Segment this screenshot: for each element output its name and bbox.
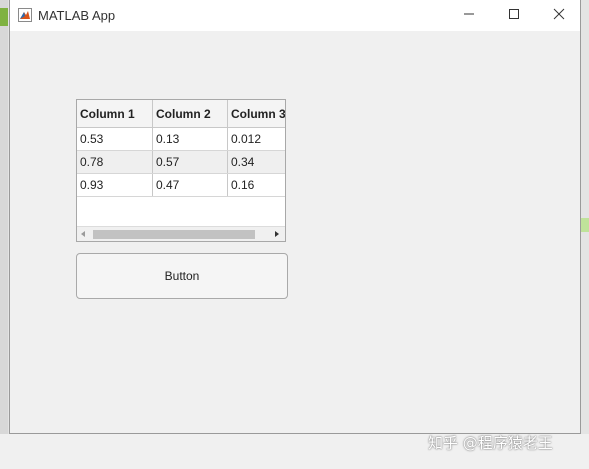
table-row[interactable]: 0.78 0.57 0.34	[77, 151, 285, 174]
title-bar[interactable]: MATLAB App	[10, 0, 580, 31]
background-ide-left	[0, 0, 8, 469]
table-cell[interactable]: 0.57	[153, 151, 228, 173]
minimize-button[interactable]	[446, 0, 491, 31]
table-cell[interactable]: 0.53	[77, 128, 153, 150]
table-row[interactable]: 0.93 0.47 0.16	[77, 174, 285, 197]
watermark-text: 知乎 @程序猿老王	[428, 434, 553, 452]
column-header[interactable]: Column 2	[153, 100, 228, 127]
maximize-icon	[508, 7, 520, 25]
table-cell[interactable]: 0.78	[77, 151, 153, 173]
scroll-left-icon[interactable]	[81, 231, 85, 237]
close-icon	[553, 7, 565, 25]
scroll-right-icon[interactable]	[275, 231, 279, 237]
horizontal-scrollbar[interactable]	[77, 226, 285, 241]
table-cell[interactable]: 0.93	[77, 174, 153, 196]
table-cell[interactable]: 0.012	[228, 128, 285, 150]
matlab-icon	[18, 8, 32, 22]
column-header[interactable]: Column 3	[228, 100, 285, 127]
table-cell[interactable]: 0.47	[153, 174, 228, 196]
window-title: MATLAB App	[38, 8, 116, 23]
table-cell[interactable]: 0.16	[228, 174, 285, 196]
close-button[interactable]	[536, 0, 581, 31]
table-cell[interactable]: 0.34	[228, 151, 285, 173]
scroll-thumb[interactable]	[93, 230, 255, 239]
table-header-row: Column 1 Column 2 Column 3	[77, 100, 285, 128]
background-ide-accent-right	[581, 218, 589, 232]
table-cell[interactable]: 0.13	[153, 128, 228, 150]
table-row[interactable]: 0.53 0.13 0.012	[77, 128, 285, 151]
app-window: MATLAB App Column 1 Column 2 Column 3 0.…	[9, 0, 581, 434]
column-header[interactable]: Column 1	[77, 100, 153, 127]
push-button[interactable]: Button	[76, 253, 288, 299]
maximize-button[interactable]	[491, 0, 536, 31]
minimize-icon	[463, 7, 475, 25]
data-table[interactable]: Column 1 Column 2 Column 3 0.53 0.13 0.0…	[76, 99, 286, 242]
background-ide-accent	[0, 8, 8, 26]
